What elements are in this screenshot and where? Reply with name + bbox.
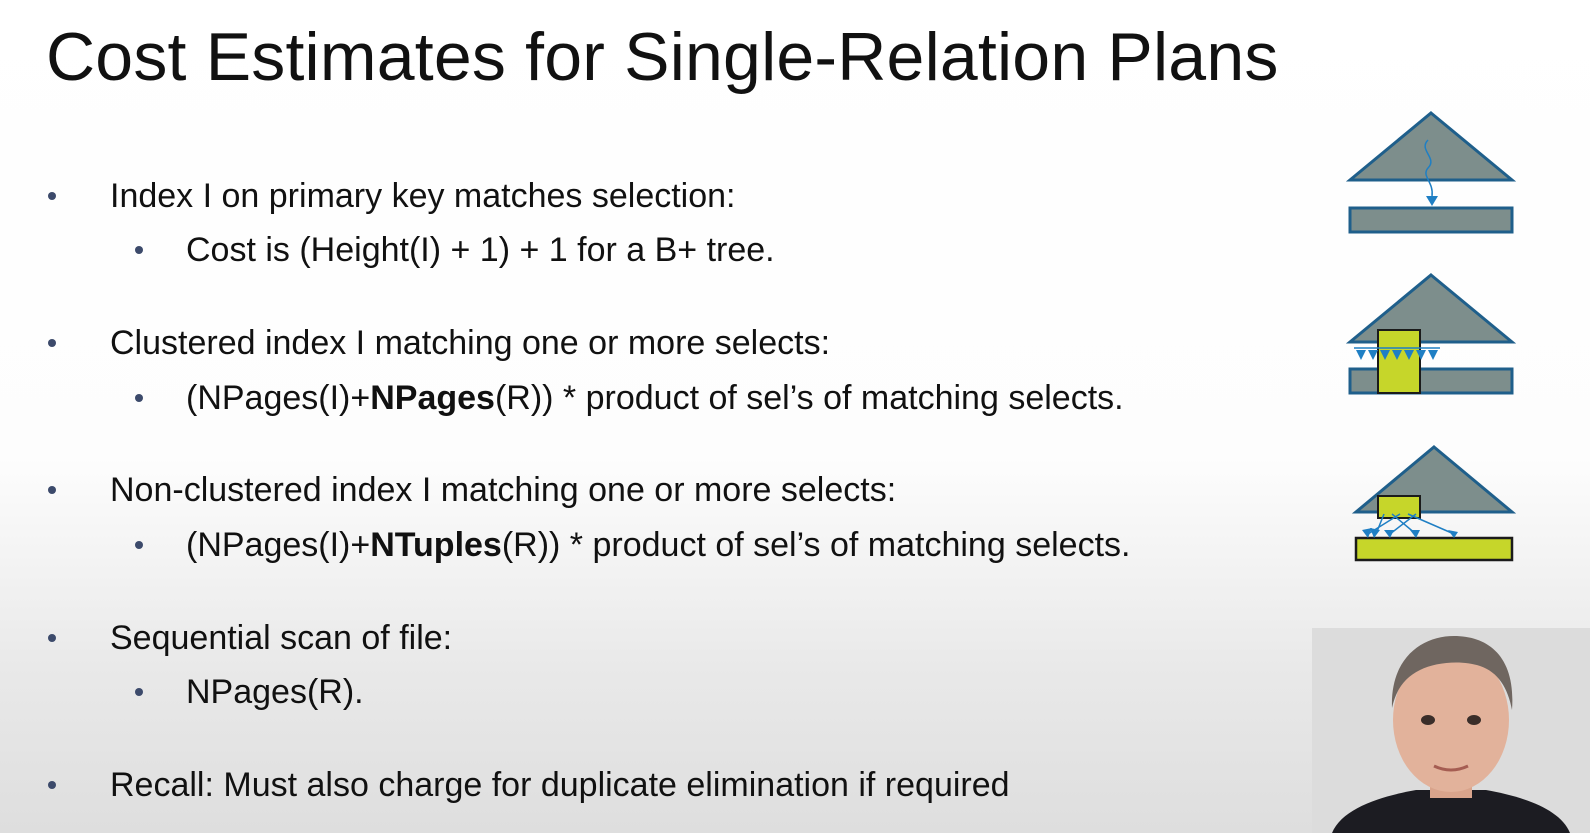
arrow-head-icon [1426, 196, 1438, 206]
bullet-text: Index I on primary key matches selection… [110, 177, 736, 215]
formula-text: (R)) * product of sel’s of matching sele… [494, 379, 1124, 417]
bullet-text: Recall: Must also charge for duplicate e… [110, 766, 1010, 804]
bullet-text: Sequential scan of file: [110, 619, 453, 657]
bullet-dot [48, 781, 56, 789]
btree-triangle [1346, 273, 1516, 344]
presenter-eye-left [1421, 715, 1435, 725]
data-file-bar [1348, 367, 1514, 395]
formula-bold-term: NPages [370, 379, 495, 417]
sub-bullet-non-clustered-cost: (NPages(I)+NTuples(R)) * product of sel’… [135, 525, 1131, 565]
non-clustered-index-diagram [1351, 445, 1516, 562]
bullet-text: Clustered index I matching one or more s… [110, 324, 831, 362]
formula-text: (NPages(I)+ [186, 526, 371, 564]
sub-bullet-dot [135, 394, 143, 402]
bullet-non-clustered-index: Non-clustered index I matching one or mo… [48, 470, 897, 510]
data-file-bar [1348, 206, 1514, 234]
bullet-dot [48, 634, 56, 642]
bullet-dot [48, 486, 56, 494]
sub-bullet-dot [135, 688, 143, 696]
sub-bullet-dot [135, 246, 143, 254]
bullet-recall-duplicates: Recall: Must also charge for duplicate e… [48, 765, 1010, 805]
sub-bullet-clustered-cost: (NPages(I)+NPages(R)) * product of sel’s… [135, 378, 1124, 418]
formula-text: (NPages(I)+ [186, 379, 371, 417]
presenter-eye-right [1467, 715, 1481, 725]
formula-text: (R)) * product of sel’s of matching sele… [501, 526, 1131, 564]
formula-bold-term: NTuples [370, 526, 502, 564]
arrow-head-icon [1356, 350, 1438, 360]
bullet-dot [48, 192, 56, 200]
bullet-sequential-scan: Sequential scan of file: [48, 618, 453, 658]
bullet-primary-key-index: Index I on primary key matches selection… [48, 176, 736, 216]
formula-text: Cost is (Height(I) + 1) + 1 for a B+ tre… [186, 231, 775, 269]
formula-text: NPages(R). [186, 673, 364, 711]
clustered-index-diagram [1346, 273, 1516, 395]
sub-bullet-dot [135, 541, 143, 549]
btree-triangle [1346, 111, 1516, 182]
presenter-webcam-avatar [1312, 628, 1590, 833]
data-file-bar [1354, 536, 1514, 562]
bullet-dot [48, 339, 56, 347]
clustered-range-highlight [1377, 329, 1421, 394]
primary-key-index-diagram [1346, 111, 1516, 234]
slide-title: Cost Estimates for Single-Relation Plans [46, 19, 1279, 95]
sub-bullet-sequential-cost: NPages(R). [135, 672, 364, 712]
sub-bullet-primary-key-cost: Cost is (Height(I) + 1) + 1 for a B+ tre… [135, 230, 775, 270]
bullet-text: Non-clustered index I matching one or mo… [110, 471, 897, 509]
bullet-clustered-index: Clustered index I matching one or more s… [48, 323, 831, 363]
